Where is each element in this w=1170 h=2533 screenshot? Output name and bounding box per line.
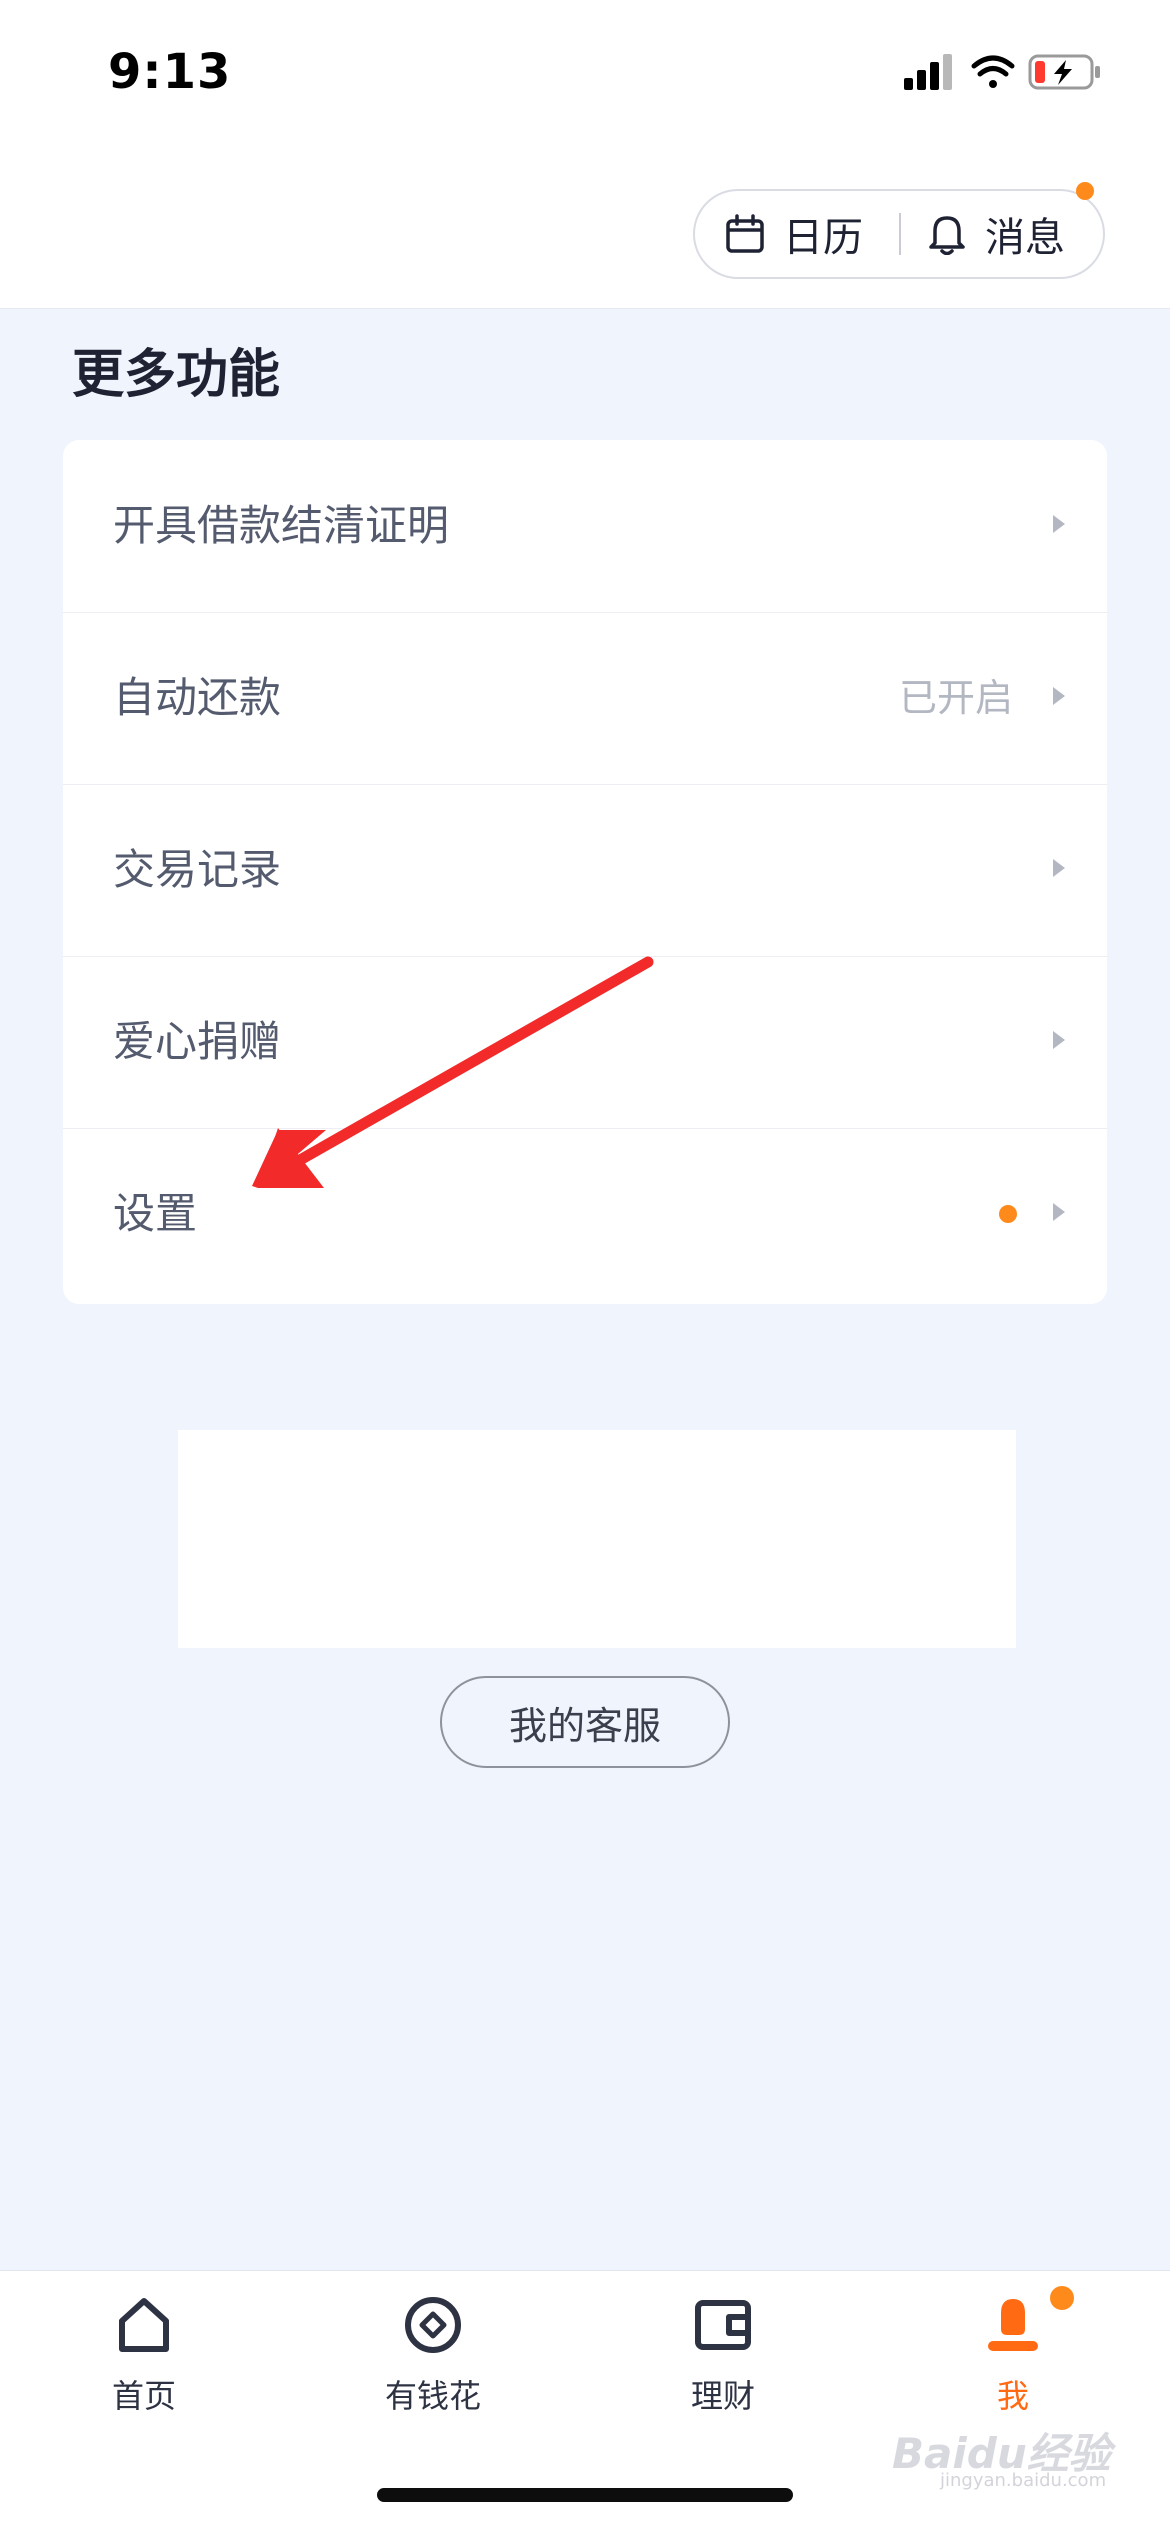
more-features-list: 开具借款结清证明 自动还款 已开启 交易记录 爱心捐赠 设置 (63, 440, 1107, 1304)
row-divider (63, 1128, 1107, 1129)
chevron-right-icon (1053, 1203, 1065, 1221)
calendar-icon (726, 214, 764, 253)
auto-repay-status: 已开启 (898, 676, 1013, 720)
menu-item-charity-donation[interactable]: 爱心捐赠 (63, 956, 1107, 1128)
home-icon (119, 2298, 169, 2352)
menu-item-label: 设置 (113, 1189, 198, 1238)
chevron-right-icon (1053, 1031, 1065, 1049)
wifi-icon (971, 55, 1015, 88)
status-icons (904, 52, 1114, 96)
tab-label: 我 (996, 2377, 1029, 2415)
status-time: 9:13 (108, 44, 232, 100)
calendar-label: 日历 (783, 215, 863, 261)
pill-divider (899, 213, 901, 255)
tab-label: 有钱花 (384, 2377, 481, 2415)
menu-item-loan-clearance-certificate[interactable]: 开具借款结清证明 (63, 440, 1107, 612)
signal-icon (904, 54, 952, 90)
tab-home[interactable]: 首页 (44, 2271, 244, 2451)
person-icon (988, 2299, 1038, 2351)
chevron-right-icon (1053, 515, 1065, 533)
menu-item-transaction-records[interactable]: 交易记录 (63, 784, 1107, 956)
tab-wealth[interactable]: 理财 (623, 2271, 823, 2451)
watermark-url: jingyan.baidu.com (940, 2470, 1107, 2491)
battery-icon (1028, 54, 1100, 90)
chevron-right-icon (1053, 687, 1065, 705)
menu-item-auto-repay[interactable]: 自动还款 已开启 (63, 612, 1107, 784)
tab-me-badge-dot (1050, 2286, 1074, 2310)
tab-label: 理财 (690, 2377, 755, 2415)
status-indicators (904, 54, 1100, 90)
home-indicator (377, 2488, 793, 2502)
settings-badge-dot (999, 1205, 1017, 1223)
messages-label: 消息 (985, 215, 1065, 261)
calendar-button[interactable]: 日历 (725, 191, 863, 277)
wallet-icon (695, 2300, 751, 2350)
diamond-circle-icon (405, 2297, 461, 2353)
messages-button[interactable]: 消息 (927, 191, 1065, 277)
header-pill: 日历 消息 (693, 189, 1105, 279)
tab-youqianhua[interactable]: 有钱花 (333, 2271, 533, 2451)
customer-service-button[interactable]: 我的客服 (440, 1676, 730, 1768)
menu-item-label: 开具借款结清证明 (113, 501, 450, 550)
messages-badge-dot (1076, 182, 1094, 200)
menu-item-settings[interactable]: 设置 (63, 1128, 1107, 1300)
chevron-right-icon (1053, 859, 1065, 877)
banner-placeholder (178, 1430, 1016, 1648)
menu-item-label: 爱心捐赠 (113, 1017, 282, 1066)
section-title: 更多功能 (72, 345, 281, 405)
tab-label: 首页 (111, 2377, 176, 2415)
bell-icon (929, 216, 965, 255)
menu-item-label: 交易记录 (113, 845, 282, 894)
menu-item-label: 自动还款 (113, 673, 282, 722)
